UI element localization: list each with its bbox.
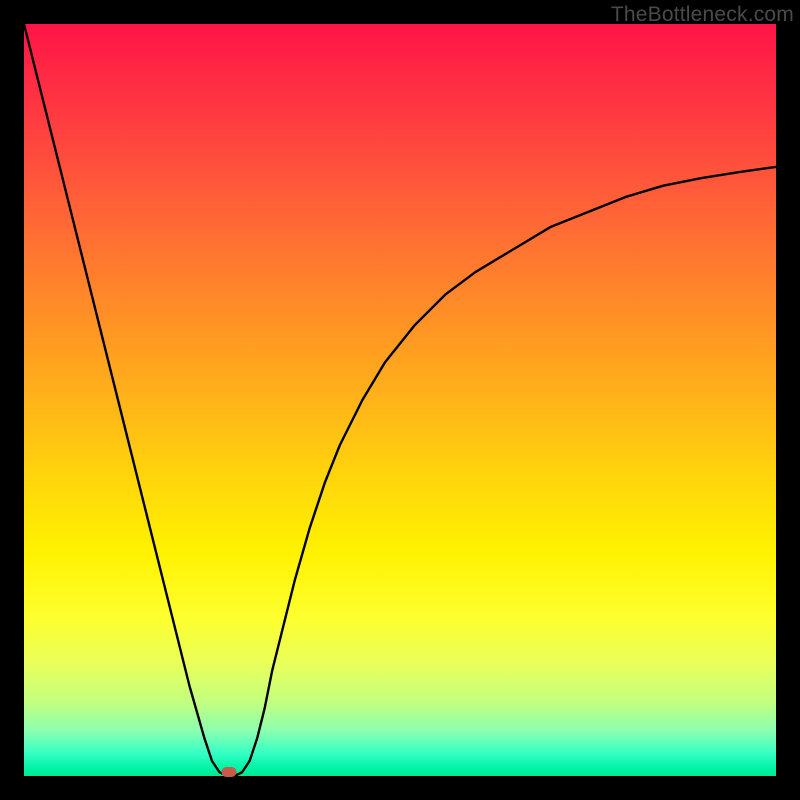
optimal-point-marker (221, 767, 236, 777)
bottleneck-curve (24, 24, 776, 776)
plot-area (24, 24, 776, 776)
chart-frame (24, 24, 776, 776)
watermark-text: TheBottleneck.com (611, 3, 794, 27)
curve-svg (24, 24, 776, 776)
